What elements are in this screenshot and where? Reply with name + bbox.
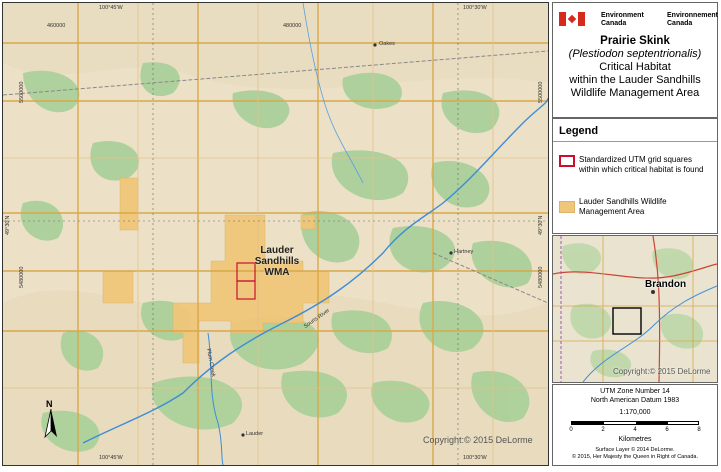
lon-label-bottom-right: 100°30'W <box>463 455 487 461</box>
legend-item-wma: Lauder Sandhills Wildlife Management Are… <box>579 197 667 216</box>
terrain-shading <box>3 3 548 465</box>
grid-label-left-2: 5480000 <box>19 266 25 288</box>
legend-item-critical-habitat: Standardized UTM grid squares within whi… <box>579 155 704 174</box>
critical-habitat-symbol <box>559 155 575 167</box>
map-canvas <box>3 3 548 465</box>
inset-study-area-box <box>612 307 642 335</box>
scale-tick-2: 2 <box>601 427 605 433</box>
map-copyright: Copyright:© 2015 DeLorme <box>423 435 533 445</box>
gov-name-fr: Environnement Canada <box>667 12 718 27</box>
scale-units: Kilometres <box>618 436 652 443</box>
lon-label-bottom-left: 100°45'W <box>99 455 123 461</box>
scale-bar <box>571 421 699 425</box>
inset-copyright: Copyright:© 2015 DeLorme <box>613 367 711 376</box>
government-signature: Environment Canada Environnement Canada <box>559 9 718 31</box>
scale-tick-4: 4 <box>633 427 637 433</box>
legend-panel: Legend Standardized UTM grid squares wit… <box>552 118 718 234</box>
lat-label-right: 49°30'N <box>538 215 544 235</box>
source-credit-2: © 2015, Her Majesty the Queen in Right o… <box>571 454 699 460</box>
inset-city-dot <box>651 290 655 294</box>
lon-label-top-right: 100°30'W <box>463 5 487 11</box>
lon-label-top-left: 100°45'W <box>99 5 123 11</box>
map-title: Prairie Skink (Plestiodon septentrionali… <box>553 35 717 100</box>
title-line4: within the Lauder Sandhills <box>569 74 701 86</box>
grid-label-right-2: 5480000 <box>538 266 544 288</box>
north-arrow: N <box>43 399 59 441</box>
town-dot-hartney <box>449 251 453 255</box>
wma-label-line2: WMA <box>264 267 290 278</box>
north-label: N <box>46 399 53 409</box>
grid-label-top-2: 480000 <box>283 23 302 29</box>
town-label-lauder: Lauder <box>246 431 264 437</box>
title-line3: Critical Habitat <box>599 61 671 73</box>
north-arrow-icon <box>44 409 57 439</box>
title-line5: Wildlife Management Area <box>570 87 700 99</box>
grid-label-right-1: 5500000 <box>538 81 544 103</box>
map-layout-frame: 100°45'W 100°30'W 100°45'W 100°30'W 4600… <box>0 0 721 472</box>
legend-heading: Legend <box>559 125 599 137</box>
scale-panel: UTM Zone Number 14 North American Datum … <box>552 384 718 466</box>
lat-label-left: 49°30'N <box>5 215 11 235</box>
legend-divider <box>553 141 717 142</box>
wma-symbol <box>559 201 575 213</box>
source-credit-1: Surface Layer © 2014 DeLorme. <box>595 447 675 453</box>
datum: North American Datum 1983 <box>590 397 680 404</box>
inset-map[interactable]: Brandon Copyright:© 2015 DeLorme <box>552 235 718 383</box>
utm-zone: UTM Zone Number 14 <box>600 388 670 395</box>
inset-vegetation <box>562 243 704 378</box>
town-dot-lauder <box>241 433 245 437</box>
scale-tick-0: 0 <box>569 427 573 433</box>
grid-label-left-1: 5500000 <box>19 81 25 103</box>
scale-ratio: 1:170,000 <box>619 409 651 416</box>
inset-canvas <box>553 236 717 382</box>
main-map[interactable]: 100°45'W 100°30'W 100°45'W 100°30'W 4600… <box>2 2 549 466</box>
inset-city-label: Brandon <box>645 279 687 290</box>
wma-map-label: Lauder Sandhills WMA <box>237 245 317 278</box>
scale-tick-6: 6 <box>665 427 669 433</box>
grid-label-top-1: 460000 <box>47 23 66 29</box>
town-dot-oakes <box>373 43 377 47</box>
canada-flag-icon <box>559 12 585 26</box>
scale-tick-8: 8 <box>697 427 701 433</box>
gov-name-en: Environment Canada <box>601 12 644 27</box>
wma-label-line1: Lauder Sandhills <box>254 245 300 267</box>
town-label-oakes: Oakes <box>379 41 395 47</box>
title-panel: Environment Canada Environnement Canada … <box>552 2 718 118</box>
town-label-hartney: Hartney <box>454 249 474 255</box>
species-name: Prairie Skink <box>600 35 670 47</box>
species-latin: (Plestiodon septentrionalis) <box>568 48 702 60</box>
